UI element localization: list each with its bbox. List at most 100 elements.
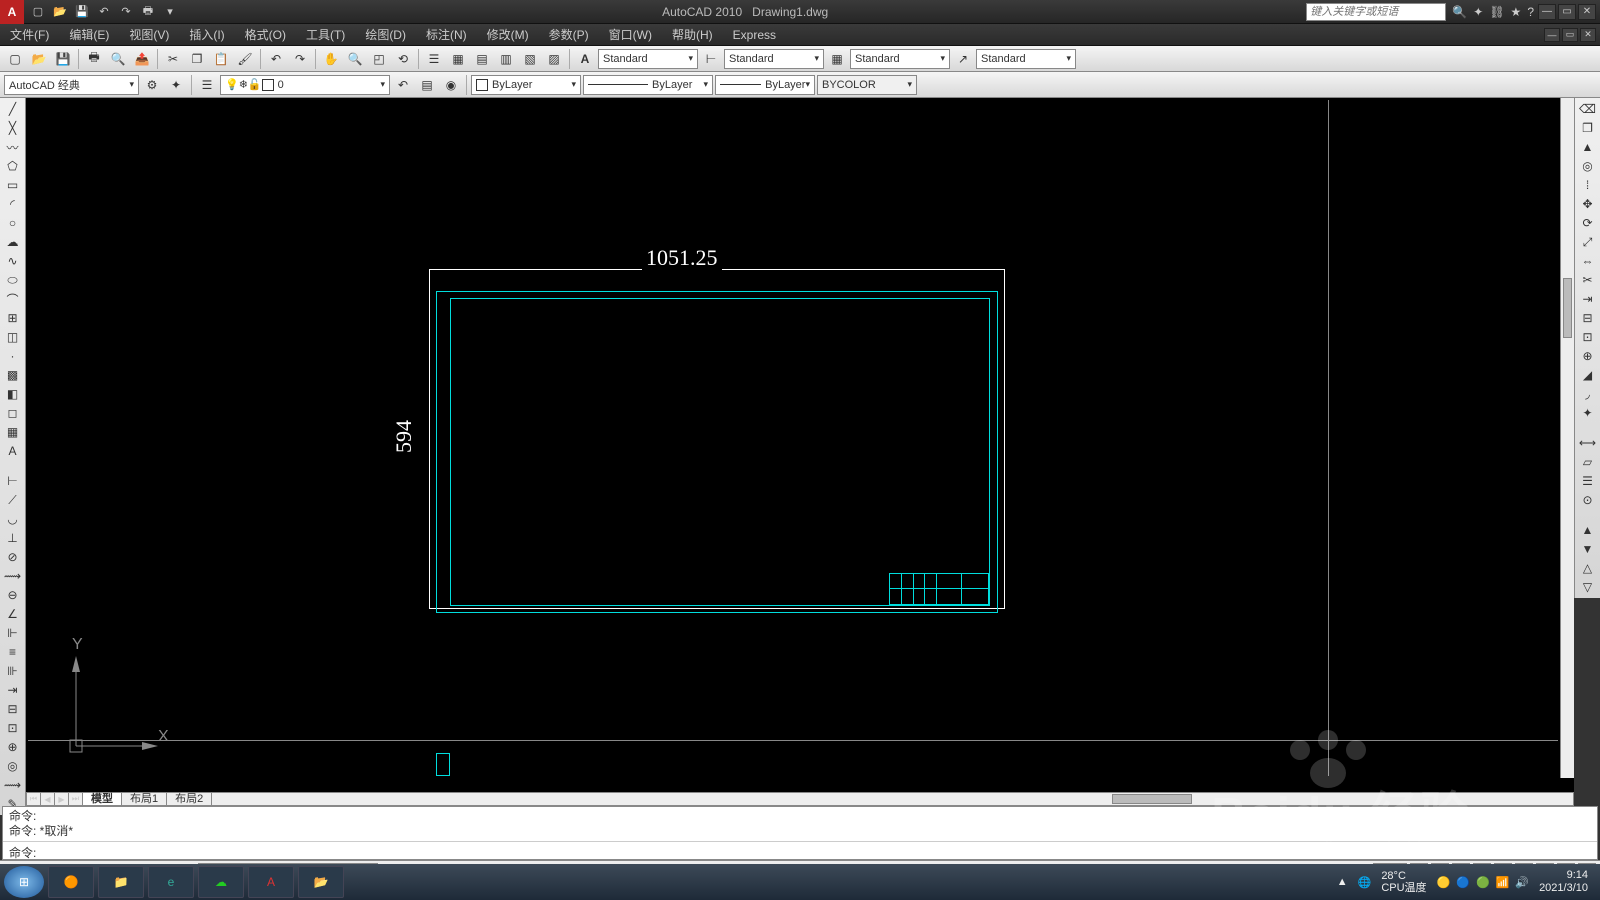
tab-layout2[interactable]: 布局2 — [167, 793, 212, 805]
maximize-button[interactable]: ▭ — [1558, 4, 1576, 20]
zoom-previous-icon[interactable]: ⟲ — [392, 48, 414, 70]
open-icon[interactable]: 📂 — [50, 2, 70, 22]
favorites-icon[interactable]: ★ — [1511, 5, 1522, 19]
markup-icon[interactable]: ▧ — [519, 48, 541, 70]
close-button[interactable]: ✕ — [1578, 4, 1596, 20]
rectangle-icon[interactable]: ▭ — [2, 176, 24, 194]
layer-combo[interactable]: 💡❄🔓 0 — [220, 75, 390, 95]
inspection-icon[interactable]: ◎ — [2, 757, 24, 775]
communication-icon[interactable]: ⛓ — [1489, 5, 1504, 19]
color-combo[interactable]: ByLayer — [471, 75, 581, 95]
subscription-icon[interactable]: ✦ — [1473, 5, 1483, 19]
tray-network-icon[interactable]: 📶 — [1496, 876, 1510, 889]
region-icon[interactable]: ◻ — [2, 404, 24, 422]
menu-view[interactable]: 视图(V) — [119, 24, 179, 46]
layer-isolate-icon[interactable]: ◉ — [440, 74, 462, 96]
pan-icon[interactable]: ✋ — [320, 48, 342, 70]
layer-states-icon[interactable]: ▤ — [416, 74, 438, 96]
copy-icon[interactable]: ❐ — [186, 48, 208, 70]
app-logo[interactable]: A — [0, 0, 24, 24]
task-autocad[interactable]: A — [248, 866, 294, 898]
sheet-set-icon[interactable]: ▥ — [495, 48, 517, 70]
construction-line-icon[interactable]: ╳ — [2, 119, 24, 137]
layer-properties-icon[interactable]: ☰ — [196, 74, 218, 96]
explode-icon[interactable]: ✦ — [1577, 404, 1599, 422]
center-mark-icon[interactable]: ⊕ — [2, 738, 24, 756]
draworder-above-icon[interactable]: △ — [1577, 559, 1599, 577]
arc-icon[interactable]: ◜ — [2, 195, 24, 213]
mtext-icon[interactable]: A — [2, 442, 24, 460]
menu-express[interactable]: Express — [723, 24, 786, 46]
workspace-save-icon[interactable]: ✦ — [165, 74, 187, 96]
horizontal-scrollbar[interactable] — [212, 793, 1573, 805]
trim-icon[interactable]: ✂ — [1577, 271, 1599, 289]
insert-block-icon[interactable]: ⊞ — [2, 309, 24, 327]
tab-nav-next-icon[interactable]: ▶ — [55, 793, 69, 805]
tray-weather-icon[interactable]: 🌐 — [1358, 876, 1372, 889]
mirror-icon[interactable]: ▲ — [1577, 138, 1599, 156]
cut-icon[interactable]: ✂ — [162, 48, 184, 70]
spline-icon[interactable]: ∿ — [2, 252, 24, 270]
dim-continue-icon[interactable]: ⊪ — [2, 662, 24, 680]
dim-radius-icon[interactable]: ⊘ — [2, 548, 24, 566]
fillet-icon[interactable]: ◞ — [1577, 385, 1599, 403]
area-icon[interactable]: ▱ — [1577, 453, 1599, 471]
menu-modify[interactable]: 修改(M) — [477, 24, 539, 46]
redo-icon[interactable]: ↷ — [116, 2, 136, 22]
tab-nav-first-icon[interactable]: ⏮ — [27, 793, 41, 805]
task-wechat[interactable]: ☁ — [198, 866, 244, 898]
undo-tool-icon[interactable]: ↶ — [265, 48, 287, 70]
point-icon[interactable]: · — [2, 347, 24, 365]
command-window[interactable]: 命令: 命令: *取消* 命令: — [2, 806, 1598, 860]
tray-volume-icon[interactable]: 🔊 — [1515, 876, 1529, 889]
move-icon[interactable]: ✥ — [1577, 195, 1599, 213]
tab-nav-last-icon[interactable]: ⏭ — [69, 793, 83, 805]
publish-icon[interactable]: 📤 — [131, 48, 153, 70]
polygon-icon[interactable]: ⬠ — [2, 157, 24, 175]
menu-help[interactable]: 帮助(H) — [662, 24, 723, 46]
tray-icon-1[interactable]: 🟡 — [1437, 876, 1451, 889]
jogged-linear-icon[interactable]: ⟿ — [2, 776, 24, 794]
array-icon[interactable]: ⁞ — [1577, 176, 1599, 194]
zoom-realtime-icon[interactable]: 🔍 — [344, 48, 366, 70]
linetype-combo[interactable]: ByLayer — [583, 75, 713, 95]
zoom-window-icon[interactable]: ◰ — [368, 48, 390, 70]
dim-aligned-icon[interactable]: ⟋ — [2, 491, 24, 509]
tray-icon-2[interactable]: 🔵 — [1456, 876, 1470, 889]
dim-diameter-icon[interactable]: ⊖ — [2, 586, 24, 604]
dim-baseline-icon[interactable]: ≡ — [2, 643, 24, 661]
design-center-icon[interactable]: ▦ — [447, 48, 469, 70]
gradient-icon[interactable]: ◧ — [2, 385, 24, 403]
break-at-point-icon[interactable]: ⊟ — [1577, 309, 1599, 327]
doc-restore-button[interactable]: ▭ — [1562, 28, 1578, 42]
draworder-back-icon[interactable]: ▼ — [1577, 540, 1599, 558]
lineweight-combo[interactable]: ByLayer — [715, 75, 815, 95]
hatch-icon[interactable]: ▩ — [2, 366, 24, 384]
extend-icon[interactable]: ⇥ — [1577, 290, 1599, 308]
join-icon[interactable]: ⊕ — [1577, 347, 1599, 365]
quickcalc-icon[interactable]: ▨ — [543, 48, 565, 70]
doc-close-button[interactable]: ✕ — [1580, 28, 1596, 42]
offset-icon[interactable]: ◎ — [1577, 157, 1599, 175]
text-style-icon[interactable]: A — [574, 48, 596, 70]
print-icon[interactable]: 🖶 — [138, 2, 158, 22]
new-icon[interactable]: ▢ — [28, 2, 48, 22]
menu-edit[interactable]: 编辑(E) — [59, 24, 119, 46]
tray-clock[interactable]: 9:14 2021/3/10 — [1539, 869, 1588, 895]
qat-dropdown-icon[interactable]: ▾ — [160, 2, 180, 22]
mleader-style-combo[interactable]: Standard — [976, 49, 1076, 69]
list-icon[interactable]: ☰ — [1577, 472, 1599, 490]
distance-icon[interactable]: ⟷ — [1577, 434, 1599, 452]
vertical-scrollbar[interactable] — [1560, 98, 1574, 778]
start-button[interactable]: ⊞ — [4, 866, 44, 898]
scale-icon[interactable]: ⤢ — [1577, 233, 1599, 251]
mleader-style-icon[interactable]: ↗ — [952, 48, 974, 70]
menu-insert[interactable]: 插入(I) — [179, 24, 234, 46]
ellipse-icon[interactable]: ⬭ — [2, 271, 24, 289]
task-button-1[interactable]: 🟠 — [48, 866, 94, 898]
menu-parametric[interactable]: 参数(P) — [539, 24, 599, 46]
dim-arc-icon[interactable]: ◡ — [2, 510, 24, 528]
help-icon[interactable]: ? — [1527, 5, 1534, 19]
plot-preview-icon[interactable]: 🔍 — [107, 48, 129, 70]
menu-file[interactable]: 文件(F) — [0, 24, 59, 46]
